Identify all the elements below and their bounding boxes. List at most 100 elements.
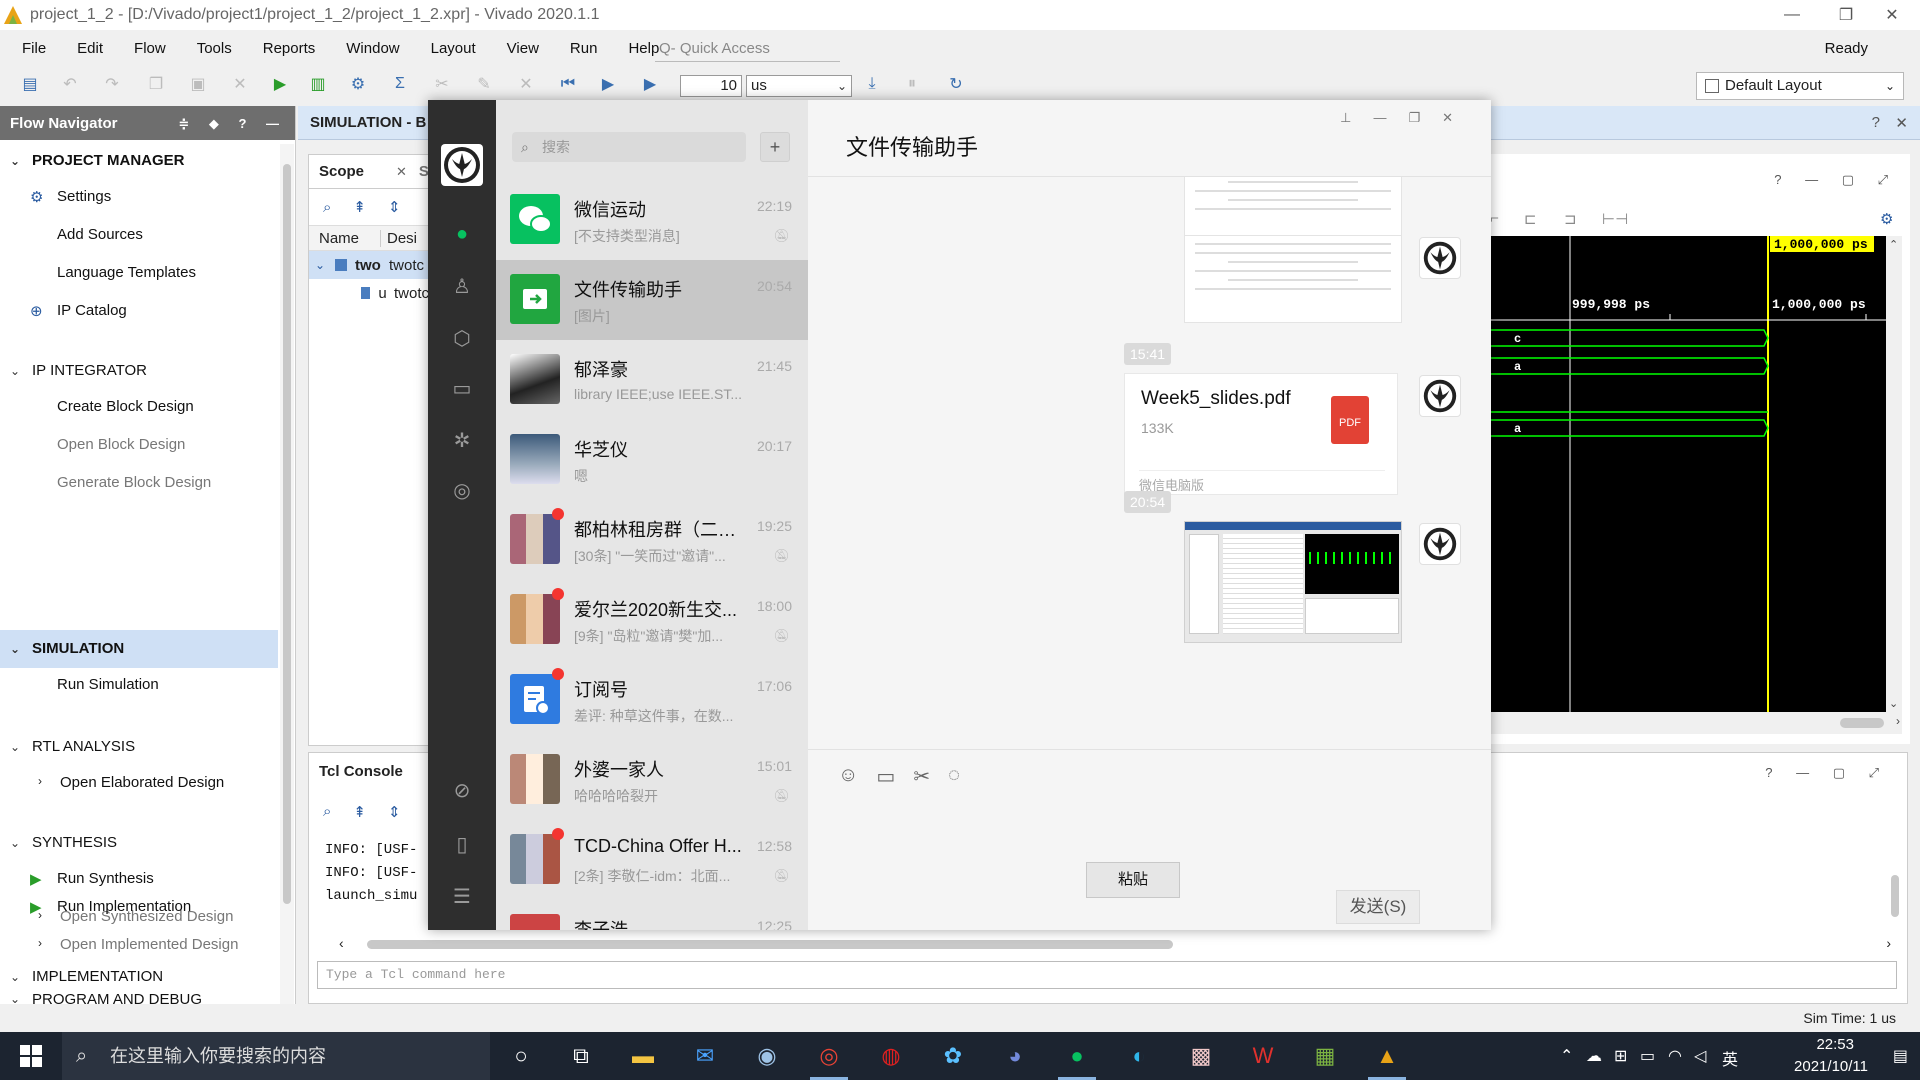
maximize-icon[interactable]: ❐ [1408, 110, 1442, 125]
menu-edit[interactable]: Edit [77, 40, 103, 57]
ime-indicator[interactable]: 英 [1722, 1046, 1738, 1070]
scope-row[interactable]: ⌄ two twotc [309, 251, 429, 279]
nav-create-block-design[interactable]: Create Block Design [57, 398, 194, 415]
menu-run[interactable]: Run [570, 40, 598, 57]
settings-icon[interactable]: ⚙ [346, 72, 370, 96]
my-avatar[interactable] [1419, 523, 1461, 565]
netease-music-icon[interactable]: ◍ [874, 1040, 908, 1072]
clock-date[interactable]: 2021/10/11 [1794, 1058, 1868, 1075]
nav-open-block-design[interactable]: Open Block Design [57, 436, 185, 453]
collapse-all-icon[interactable]: ⇞ [353, 198, 366, 216]
app-icon[interactable]: ▦ [1308, 1040, 1342, 1072]
pin-icon[interactable]: ⊥ [1340, 110, 1373, 125]
program-icon[interactable]: ▥ [306, 72, 330, 96]
scroll-thumb[interactable] [283, 164, 291, 904]
minimize-button[interactable]: — [1764, 0, 1820, 30]
section-project-manager[interactable]: ⌄ PROJECT MANAGER [10, 152, 185, 169]
tool-icon-3[interactable]: ✕ [514, 72, 538, 96]
layout-select[interactable]: Default Layout ⌄ [1696, 72, 1904, 100]
paste-button[interactable]: 粘贴 [1086, 862, 1180, 898]
mail-icon[interactable]: ✉ [688, 1040, 722, 1072]
col-name[interactable]: Name [309, 229, 381, 247]
next-marker-icon[interactable]: ⊐ [1564, 210, 1577, 228]
chat-item[interactable]: 订阅号 17:06 差评: 种草这件事，在数... [496, 660, 808, 740]
chevron-down-icon[interactable]: ⌄ [1889, 697, 1898, 710]
nav-generate-block-design[interactable]: Generate Block Design [57, 474, 211, 491]
redo-icon[interactable]: ↷ [100, 72, 124, 96]
swap-cursors-icon[interactable]: ⊢⊣ [1602, 210, 1628, 228]
signal-bus-a2[interactable]: a [1490, 419, 1769, 437]
scope-row[interactable]: u twotc [309, 279, 429, 307]
chat-item[interactable]: TCD-China Offer H... 12:58 [2条] 李敬仁-idm：… [496, 820, 808, 900]
waveform-hscrollbar[interactable]: › [1490, 712, 1902, 734]
chat-item[interactable]: 文件传输助手 20:54 [图片] [496, 260, 808, 340]
chat-search-input[interactable]: ⌕ 搜索 [512, 132, 746, 162]
nav-ip-catalog[interactable]: IP Catalog [57, 302, 127, 319]
chevron-up-icon[interactable]: ⌃ [1560, 1046, 1573, 1066]
moments-icon[interactable]: ✲ [448, 426, 476, 454]
section-implementation[interactable]: ⌄ IMPLEMENTATION [10, 968, 163, 985]
run-for-icon[interactable]: ▶ [638, 72, 662, 96]
paste-icon[interactable]: ▣ [186, 72, 210, 96]
help-icon[interactable]: ? [1872, 114, 1880, 131]
clock-time[interactable]: 22:53 [1816, 1036, 1854, 1053]
start-button[interactable] [0, 1032, 62, 1080]
section-simulation[interactable]: ⌄ SIMULATION [10, 640, 124, 657]
file-explorer-icon[interactable]: ▬ [626, 1040, 660, 1072]
prev-marker-icon[interactable]: ⊏ [1524, 210, 1537, 228]
image-message[interactable] [1184, 235, 1402, 323]
my-avatar[interactable] [1419, 237, 1461, 279]
flow-navigator-scrollbar[interactable] [280, 144, 294, 1004]
quick-access-input[interactable]: Q- Quick Access [655, 36, 840, 62]
folder-icon[interactable]: ▭ [448, 374, 476, 402]
menu-reports[interactable]: Reports [263, 40, 316, 57]
chrome-icon[interactable]: ◎ [812, 1040, 846, 1072]
cortana-icon[interactable]: ○ [504, 1040, 538, 1072]
chat-item[interactable]: 都柏林租房群（二）... 19:25 [30条] "一笑而过"邀请"... 🔕︎ [496, 500, 808, 580]
search-icon[interactable]: ⌕ [323, 803, 331, 821]
cursor-tool-icon[interactable]: ⌐ [1490, 210, 1499, 227]
expand-all-icon[interactable]: ⇕ [388, 198, 401, 216]
emoji-icon[interactable]: ☺ [838, 764, 858, 789]
menu-layout[interactable]: Layout [431, 40, 476, 57]
nav-add-sources[interactable]: Add Sources [57, 226, 143, 243]
nav-run-simulation[interactable]: Run Simulation [57, 676, 159, 693]
scissors-icon[interactable]: ✂ [913, 764, 930, 789]
nav-language-templates[interactable]: Language Templates [57, 264, 196, 281]
message-area[interactable]: 15:41 Week5_slides.pdf 133K PDF 微信电脑版 20… [808, 176, 1491, 750]
nav-run-synthesis[interactable]: Run Synthesis [57, 870, 154, 887]
gear-icon[interactable]: ⚙ [1880, 210, 1893, 228]
contacts-icon[interactable]: ♙ [448, 272, 476, 300]
copy-icon[interactable]: ❐ [144, 72, 168, 96]
chevron-right-icon[interactable]: › [1896, 714, 1900, 728]
mini-program-icon[interactable]: ⊘ [448, 776, 476, 804]
waveform-canvas[interactable]: 1,000,000 ps 999,998 ps 1,000,000 ps c a… [1490, 236, 1886, 712]
menu-flow[interactable]: Flow [134, 40, 166, 57]
vivado-taskbar-icon[interactable]: ▲ [1370, 1040, 1404, 1072]
close-button[interactable]: ✕ [1864, 0, 1920, 30]
nav-run-implementation[interactable]: Run Implementation [57, 898, 191, 915]
edge-icon[interactable]: ◐ [1122, 1040, 1156, 1072]
tool-icon-1[interactable]: ✂ [430, 72, 454, 96]
section-program-debug[interactable]: ⌄ PROGRAM AND DEBUG [10, 994, 202, 1004]
wechat-icon[interactable]: ● [1060, 1040, 1094, 1072]
waveform-vscrollbar[interactable]: ⌃ ⌄ [1886, 236, 1902, 712]
image-message[interactable] [1184, 177, 1402, 237]
signal-bus-c[interactable]: c [1490, 329, 1769, 347]
chat-item[interactable]: 爱尔兰2020新生交... 18:00 [9条] "岛粒"邀请"樊"加... 🔕… [496, 580, 808, 660]
nav-open-implemented-design[interactable]: Open Implemented Design [60, 936, 238, 953]
section-synthesis[interactable]: ⌄ SYNTHESIS [10, 834, 117, 851]
taskbar-search[interactable]: ⌕ 在这里输入你要搜索的内容 [62, 1032, 490, 1080]
tcl-command-input[interactable]: Type a Tcl command here [317, 961, 1897, 989]
app-icon[interactable]: ▩ [1184, 1040, 1218, 1072]
my-avatar[interactable] [441, 144, 483, 186]
wifi-icon[interactable]: ◠ [1668, 1046, 1682, 1066]
folder-icon[interactable]: ▭ [876, 764, 895, 789]
section-rtl-analysis[interactable]: ⌄ RTL ANALYSIS [10, 738, 135, 755]
nav-settings[interactable]: Settings [57, 188, 111, 205]
chevron-left-icon[interactable]: ‹ [339, 935, 344, 951]
expand-all-icon[interactable]: ⇕ [388, 803, 401, 821]
chat-icon[interactable]: ● [448, 220, 476, 248]
battery-icon[interactable]: ▭ [1640, 1046, 1655, 1066]
collapse-all-icon[interactable]: ⇞ [353, 803, 366, 821]
